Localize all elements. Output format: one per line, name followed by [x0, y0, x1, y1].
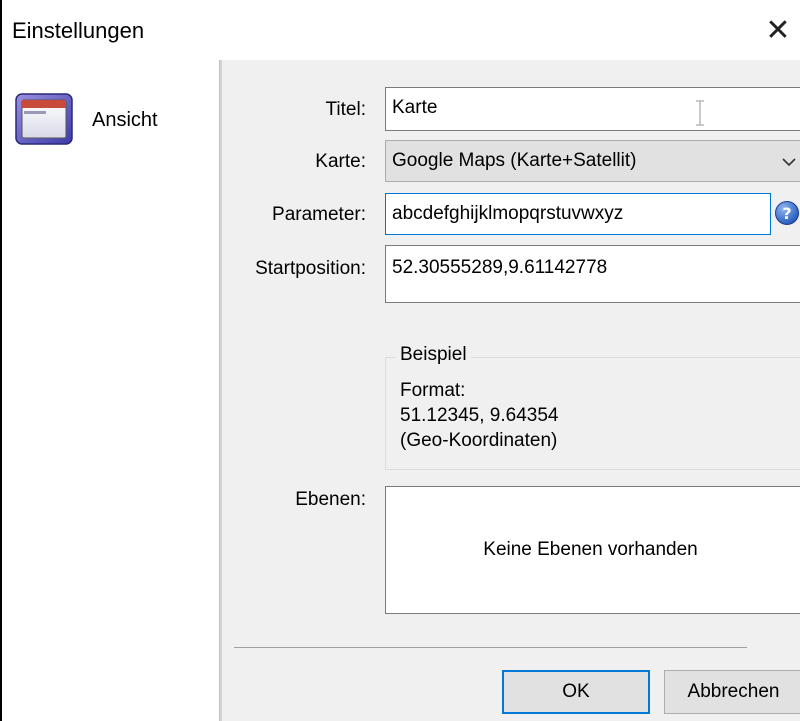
- ok-button[interactable]: OK: [502, 670, 650, 714]
- title-bar: Einstellungen ✕: [2, 0, 800, 60]
- title-field[interactable]: Karte: [385, 87, 800, 131]
- sidebar: Ansicht: [2, 60, 219, 721]
- settings-dialog: Einstellungen ✕ Ansicht Titel: Karte Kar…: [0, 0, 800, 721]
- title-label: Titel:: [325, 99, 366, 120]
- layers-list[interactable]: Keine Ebenen vorhanden: [385, 486, 800, 614]
- parameter-field[interactable]: abcdefghijklmopqrstuvwxyz: [385, 193, 771, 235]
- settings-form: Titel: Karte Karte: Google Maps (Karte+S…: [222, 60, 800, 721]
- map-select-value: Google Maps (Karte+Satellit): [392, 150, 637, 171]
- chevron-down-icon: [782, 158, 796, 167]
- close-icon[interactable]: ✕: [760, 10, 796, 50]
- svg-text:?: ?: [782, 204, 791, 223]
- layers-empty-text: Keine Ebenen vorhanden: [483, 539, 698, 560]
- start-position-field[interactable]: 52.30555289,9.61142778: [385, 245, 800, 303]
- parameter-label: Parameter:: [272, 204, 366, 225]
- map-label: Karte:: [315, 151, 366, 172]
- window-icon: [12, 88, 76, 152]
- example-line-coords: 51.12345, 9.64354: [400, 405, 559, 426]
- bottom-separator: [234, 647, 747, 648]
- map-select[interactable]: Google Maps (Karte+Satellit): [385, 140, 800, 182]
- example-legend: Beispiel: [396, 343, 471, 367]
- start-position-label: Startposition:: [255, 258, 366, 279]
- sidebar-item-label: Ansicht: [92, 109, 158, 131]
- layers-label: Ebenen:: [295, 489, 366, 510]
- window-title: Einstellungen: [12, 18, 145, 43]
- example-line-hint: (Geo-Koordinaten): [400, 430, 558, 451]
- cancel-button[interactable]: Abbrechen: [664, 670, 800, 714]
- sidebar-item-ansicht[interactable]: Ansicht: [12, 82, 212, 158]
- text-cursor-icon: [696, 100, 704, 126]
- help-icon[interactable]: ?: [774, 200, 800, 226]
- example-line-format: Format:: [400, 380, 466, 401]
